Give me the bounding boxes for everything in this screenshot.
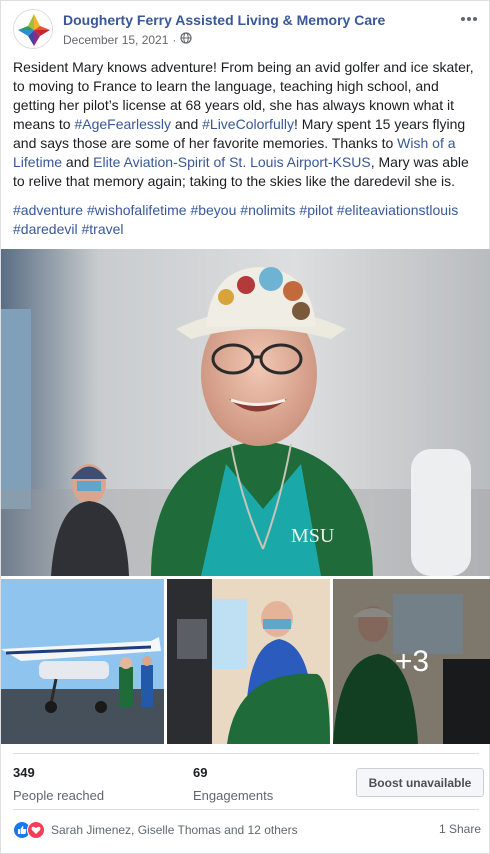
photo-thumbnail[interactable] [167,579,330,744]
photo-thumbnail[interactable] [1,579,164,744]
photo-cockpit [167,579,330,744]
hashtag-link[interactable]: #wishofalifetime [87,202,187,218]
hashtag-link[interactable]: #LiveColorfully [202,116,294,132]
hashtag-link[interactable]: #daredevil [13,221,78,237]
hashtag-link[interactable]: #adventure [13,202,83,218]
more-options-button[interactable] [457,9,481,29]
caption-text: and [170,116,203,132]
hashtag-link[interactable]: #pilot [299,202,332,218]
hashtag-list: #adventure #wishofalifetime #beyou #noli… [13,201,481,239]
hashtag-link[interactable]: #AgeFearlessly [74,116,171,132]
hashtag-link[interactable]: #travel [82,221,124,237]
people-reached-value: 349 [13,765,35,780]
hashtag-link[interactable]: #eliteaviationstlouis [337,202,458,218]
meta-separator: · [172,32,177,47]
post-header: Dougherty Ferry Assisted Living & Memory… [13,9,481,51]
people-reached-stat[interactable]: 349 People reached [13,765,104,803]
reaction-names: Sarah Jimenez, Giselle Thomas and 12 oth… [51,823,298,837]
more-dots-icon [461,17,477,21]
post-caption: Resident Mary knows adventure! From bein… [13,58,481,191]
post-meta: December 15, 2021 · [63,32,193,47]
people-reached-label: People reached [13,788,105,803]
shares-count[interactable]: 1 Share [439,822,481,836]
love-icon [27,821,45,839]
photo-thumbnail-more[interactable]: +3 [333,579,490,744]
photo-airplane [1,579,164,744]
facebook-post: Dougherty Ferry Assisted Living & Memory… [0,0,490,854]
page-avatar[interactable] [13,9,53,49]
engagements-stat[interactable]: 69 Engagements [193,765,273,803]
caption-text: and [62,154,94,170]
divider [13,753,479,754]
boost-button[interactable]: Boost unavailable [356,768,484,797]
globe-icon [180,32,193,47]
page-logo-icon [14,10,52,48]
main-photo[interactable]: MSU [1,249,490,576]
hashtag-link[interactable]: #beyou [190,202,236,218]
more-photos-overlay[interactable]: +3 [333,579,490,744]
post-date[interactable]: December 15, 2021 [63,33,168,47]
jacket-text: MSU [291,525,335,547]
page-name-link[interactable]: Dougherty Ferry Assisted Living & Memory… [63,12,385,28]
divider [13,809,479,810]
photo-mary-portrait: MSU [1,249,490,576]
reactions-summary[interactable]: Sarah Jimenez, Giselle Thomas and 12 oth… [13,821,298,839]
hashtag-link[interactable]: #nolimits [240,202,295,218]
engagements-value: 69 [193,765,208,780]
engagements-label: Engagements [193,788,274,803]
more-photos-count: +3 [394,644,430,678]
page-mention-link[interactable]: Elite Aviation-Spirit of St. Louis Airpo… [93,154,371,170]
